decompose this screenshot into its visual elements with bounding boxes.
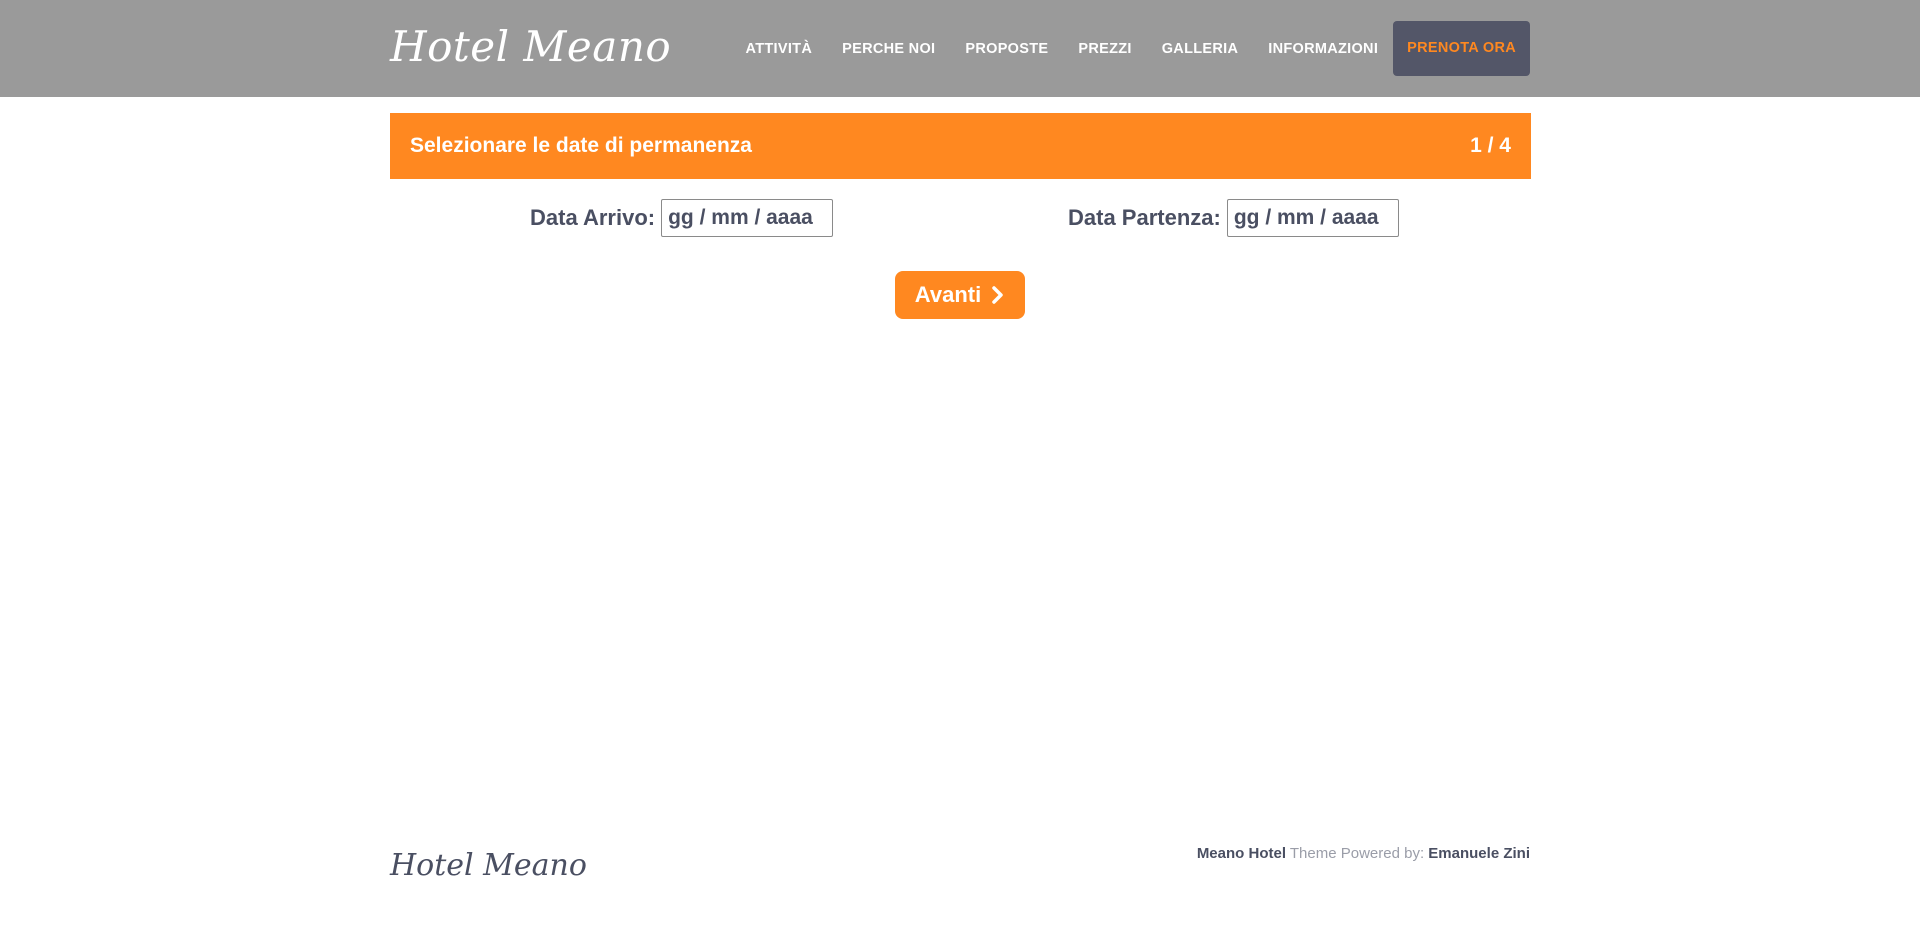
next-button-label: Avanti (914, 282, 982, 307)
site-logo[interactable]: Hotel Meano (390, 22, 671, 71)
nav-link-galleria[interactable]: GALLERIA (1162, 41, 1239, 57)
departure-date-label: Data Partenza: (1068, 205, 1221, 230)
footer-author-link[interactable]: Emanuele Zini (1428, 845, 1530, 862)
departure-date-input[interactable] (1226, 199, 1399, 237)
footer-credits: Meano Hotel Theme Powered by: Emanuele Z… (1197, 845, 1530, 862)
nav-link-attivita[interactable]: ATTIVITÀ (746, 41, 813, 57)
main-nav: ATTIVITÀ PERCHE NOI PROPOSTE PREZZI GALL… (716, 21, 1530, 76)
chevron-right-icon (992, 286, 1003, 304)
nav-link-proposte[interactable]: PROPOSTE (965, 41, 1048, 57)
nav-link-informazioni[interactable]: INFORMAZIONI (1268, 41, 1378, 57)
arrival-date-label: Data Arrivo: (530, 205, 656, 230)
book-now-button[interactable]: PRENOTA ORA (1393, 21, 1530, 76)
site-header: Hotel Meano ATTIVITÀ PERCHE NOI PROPOSTE… (0, 0, 1920, 97)
arrival-date-input[interactable] (661, 199, 834, 237)
arrival-date-field: Data Arrivo: (530, 199, 834, 237)
departure-date-field: Data Partenza: (1068, 199, 1399, 237)
footer-brand: Meano Hotel (1196, 845, 1286, 862)
footer-theme-text: Theme Powered by: (1286, 845, 1429, 862)
next-button[interactable]: Avanti (895, 271, 1025, 319)
nav-link-prezzi[interactable]: PREZZI (1078, 41, 1131, 57)
footer-logo: Hotel Meano (390, 848, 587, 883)
step-title: Selezionare le date di permanenza (410, 134, 752, 157)
nav-link-perche-noi[interactable]: PERCHE NOI (842, 41, 935, 57)
step-bar: Selezionare le date di permanenza 1 / 4 (390, 113, 1531, 179)
step-counter: 1 / 4 (1470, 134, 1511, 157)
